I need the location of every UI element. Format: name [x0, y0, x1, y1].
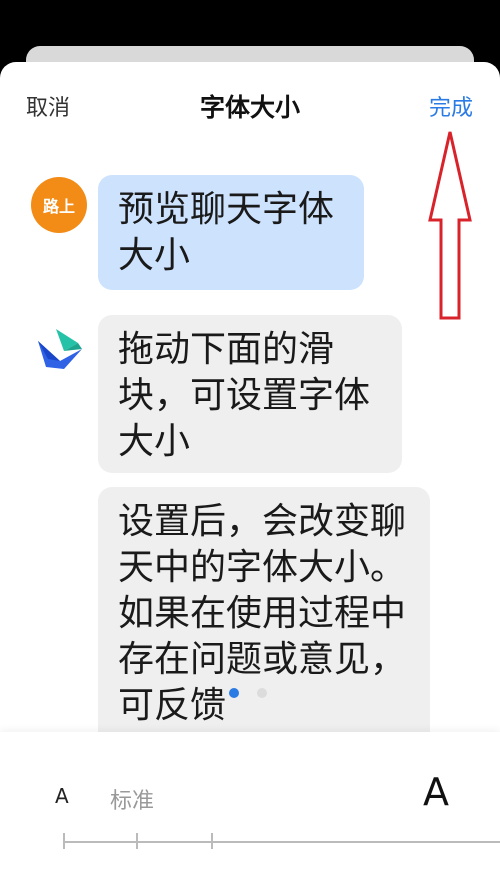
page-dot	[257, 688, 267, 698]
user-avatar: 路上	[31, 177, 87, 233]
bot-message-bubble: 拖动下面的滑块，可设置字体大小	[98, 315, 402, 473]
font-size-sheet: 取消 字体大小 完成 路上 预览聊天字体大小 拖动下面的滑块，可设置字体大小 设…	[0, 62, 500, 888]
font-size-panel: A 标准 A	[0, 732, 500, 888]
page-dot-active	[229, 688, 239, 698]
red-up-arrow-icon	[428, 131, 472, 320]
standard-font-label: 标准	[110, 789, 155, 814]
my-message-bubble: 预览聊天字体大小	[98, 175, 364, 290]
page-title: 字体大小	[199, 93, 300, 122]
done-button[interactable]: 完成	[429, 90, 473, 122]
sheet-header: 取消 字体大小 完成	[0, 62, 500, 150]
small-font-label: A	[55, 784, 69, 808]
bot-message-bubble: 设置后，会改变聊天中的字体大小。如果在使用过程中存在问题或意见，可反馈	[98, 487, 430, 747]
slider-tick[interactable]	[63, 833, 65, 849]
slider-tick[interactable]	[136, 833, 138, 849]
user-avatar-text: 路上	[42, 197, 75, 216]
bird-logo-icon	[38, 329, 82, 369]
large-font-label: A	[423, 770, 449, 814]
slider-tick[interactable]	[211, 833, 213, 849]
font-size-slider[interactable]	[63, 833, 500, 849]
